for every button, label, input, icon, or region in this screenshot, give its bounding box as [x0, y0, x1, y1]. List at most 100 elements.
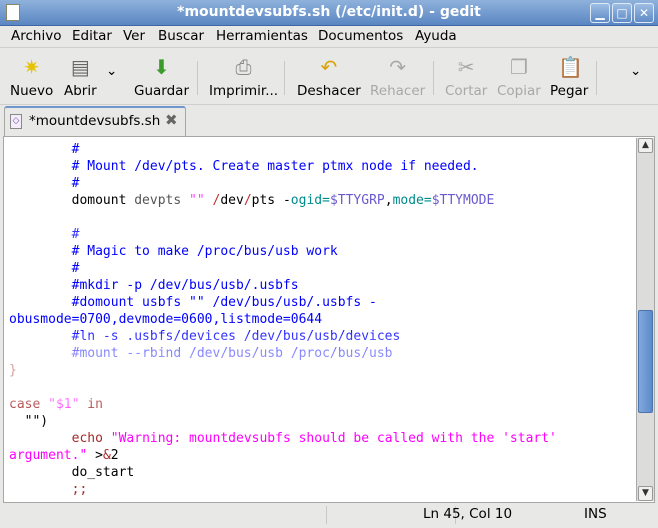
title-bar: *mountdevsubfs.sh (/etc/init.d) - gedit … [0, 0, 658, 26]
copy-label: Copiar [497, 83, 541, 99]
code-token: devpts [134, 193, 190, 208]
code-token: in [87, 397, 103, 412]
code-token: "Warning: mountdevsubfs should be called… [110, 431, 557, 446]
redo-icon: ↷ [389, 55, 406, 79]
undo-icon: ↶ [320, 55, 338, 79]
insert-mode: INS [584, 506, 607, 522]
open-label: Abrir [64, 83, 97, 99]
toolbar-separator [596, 61, 597, 95]
menu-documentos[interactable]: Documentos [318, 28, 403, 44]
code-token: "$1" [48, 397, 88, 412]
code-token: # [9, 227, 80, 242]
tab-label: *mountdevsubfs.sh [29, 113, 161, 129]
code-token: argument." [9, 448, 88, 463]
open-recent-dropdown[interactable]: ⌄ [106, 63, 117, 79]
vertical-scrollbar[interactable]: ▲ ▼ [637, 138, 654, 501]
code-token: # Magic to make /proc/bus/usb work [9, 244, 338, 259]
code-token: / [243, 193, 252, 208]
file-icon: ◇ [10, 114, 22, 129]
code-line: # [9, 141, 80, 158]
minimize-button[interactable]: ▁ [590, 3, 610, 23]
scissors-icon: ✂ [457, 55, 475, 79]
toolbar-separator [433, 61, 434, 95]
cut-label: Cortar [445, 83, 488, 99]
print-label: Imprimir... [209, 83, 279, 99]
code-token: #domount usbfs "" /dev/bus/usb/.usbfs - [9, 295, 377, 310]
code-line: #domount usbfs "" /dev/bus/usb/.usbfs - [9, 294, 377, 311]
maximize-button[interactable]: □ [612, 3, 632, 23]
copy-button[interactable]: ❐ Copiar [497, 55, 541, 99]
code-line: } [9, 362, 17, 379]
clipboard-icon: 📋 [558, 55, 584, 79]
new-label: Nuevo [10, 83, 54, 99]
paste-button[interactable]: 📋 Pegar [550, 55, 588, 99]
new-document-icon: ✷ [23, 55, 40, 79]
new-button[interactable]: ✷ Nuevo [10, 55, 53, 99]
menu-ayuda[interactable]: Ayuda [415, 28, 457, 44]
open-button[interactable]: ▤ Abrir [64, 55, 97, 99]
window-title: *mountdevsubfs.sh (/etc/init.d) - gedit [177, 4, 481, 20]
code-token: } [9, 363, 17, 378]
text-editor[interactable]: # # Mount /dev/pts. Create master ptmx n… [5, 138, 637, 501]
code-line: #mount --rbind /dev/bus/usb /proc/bus/us… [9, 345, 393, 362]
close-tab-icon[interactable]: ✖ [165, 111, 178, 129]
tab-mountdevsubfs[interactable]: ◇ *mountdevsubfs.sh ✖ [4, 106, 186, 136]
editor-frame: # # Mount /dev/pts. Create master ptmx n… [3, 136, 655, 503]
cursor-position: Ln 45, Col 10 [423, 506, 513, 522]
code-token: mode= [392, 193, 432, 208]
code-token: 2 [110, 448, 119, 463]
code-token: #ln -s .usbfs/devices /dev/bus/usb/devic… [9, 329, 401, 344]
code-token: # [9, 176, 80, 191]
code-token: echo [71, 431, 111, 446]
code-line: # Mount /dev/pts. Create master ptmx nod… [9, 158, 479, 175]
scroll-up-arrow-icon[interactable]: ▲ [638, 138, 653, 153]
code-token: > [87, 448, 103, 463]
code-token: #mount --rbind /dev/bus/usb /proc/bus/us… [9, 346, 393, 361]
toolbar: ✷ Nuevo ▤ Abrir ⌄ ⬇ Guardar ⎙ Imprimir... ↶ D… [0, 49, 658, 105]
code-line: echo "Warning: mountdevsubfs should be c… [9, 430, 557, 447]
code-line: "") [9, 413, 49, 430]
menu-herramientas[interactable]: Herramientas [216, 28, 308, 44]
cut-button[interactable]: ✂ Cortar [445, 55, 487, 99]
code-token: dev [220, 193, 244, 208]
menu-archivo[interactable]: Archivo [11, 28, 61, 44]
code-token: pts - [251, 193, 291, 208]
code-token: #mkdir -p /dev/bus/usb/.usbfs [9, 278, 299, 293]
printer-icon: ⎙ [235, 55, 252, 79]
menu-editar[interactable]: Editar [72, 28, 112, 44]
code-line: # Magic to make /proc/bus/usb work [9, 243, 338, 260]
scroll-down-arrow-icon[interactable]: ▼ [638, 486, 653, 501]
code-token: & [102, 448, 111, 463]
code-line: argument." >&2 [9, 447, 119, 464]
code-token: case [9, 397, 49, 412]
print-button[interactable]: ⎙ Imprimir... [209, 55, 278, 99]
save-label: Guardar [134, 83, 189, 99]
code-token: # [9, 142, 80, 157]
save-icon: ⬇ [153, 55, 170, 79]
scrollbar-thumb[interactable] [638, 310, 653, 413]
code-token: domount [9, 193, 135, 208]
code-token: do_start [9, 465, 135, 480]
menu-bar: Archivo Editar Ver Buscar Herramientas D… [0, 26, 658, 48]
chevron-down-icon: ⌄ [630, 63, 642, 79]
save-button[interactable]: ⬇ Guardar [134, 55, 189, 99]
code-line: ;; [9, 481, 88, 498]
code-line: do_start [9, 464, 135, 481]
redo-label: Rehacer [370, 83, 426, 99]
code-token: $TTYGRP [329, 193, 385, 208]
paste-label: Pegar [550, 83, 589, 99]
code-line: obusmode=0700,devmode=0600,listmode=0644 [9, 311, 322, 328]
menu-buscar[interactable]: Buscar [158, 28, 204, 44]
toolbar-overflow-button[interactable]: ⌄ [630, 63, 641, 79]
redo-button[interactable]: ↷ Rehacer [370, 55, 425, 99]
close-button[interactable]: ✕ [634, 3, 654, 23]
code-line: # [9, 175, 80, 192]
undo-button[interactable]: ↶ Deshacer [297, 55, 361, 99]
code-token: $TTYMODE [431, 193, 495, 208]
toolbar-separator [197, 61, 198, 95]
code-line: #mkdir -p /dev/bus/usb/.usbfs [9, 277, 299, 294]
menu-ver[interactable]: Ver [123, 28, 145, 44]
code-token: , [384, 193, 393, 208]
copy-icon: ❐ [509, 55, 528, 79]
